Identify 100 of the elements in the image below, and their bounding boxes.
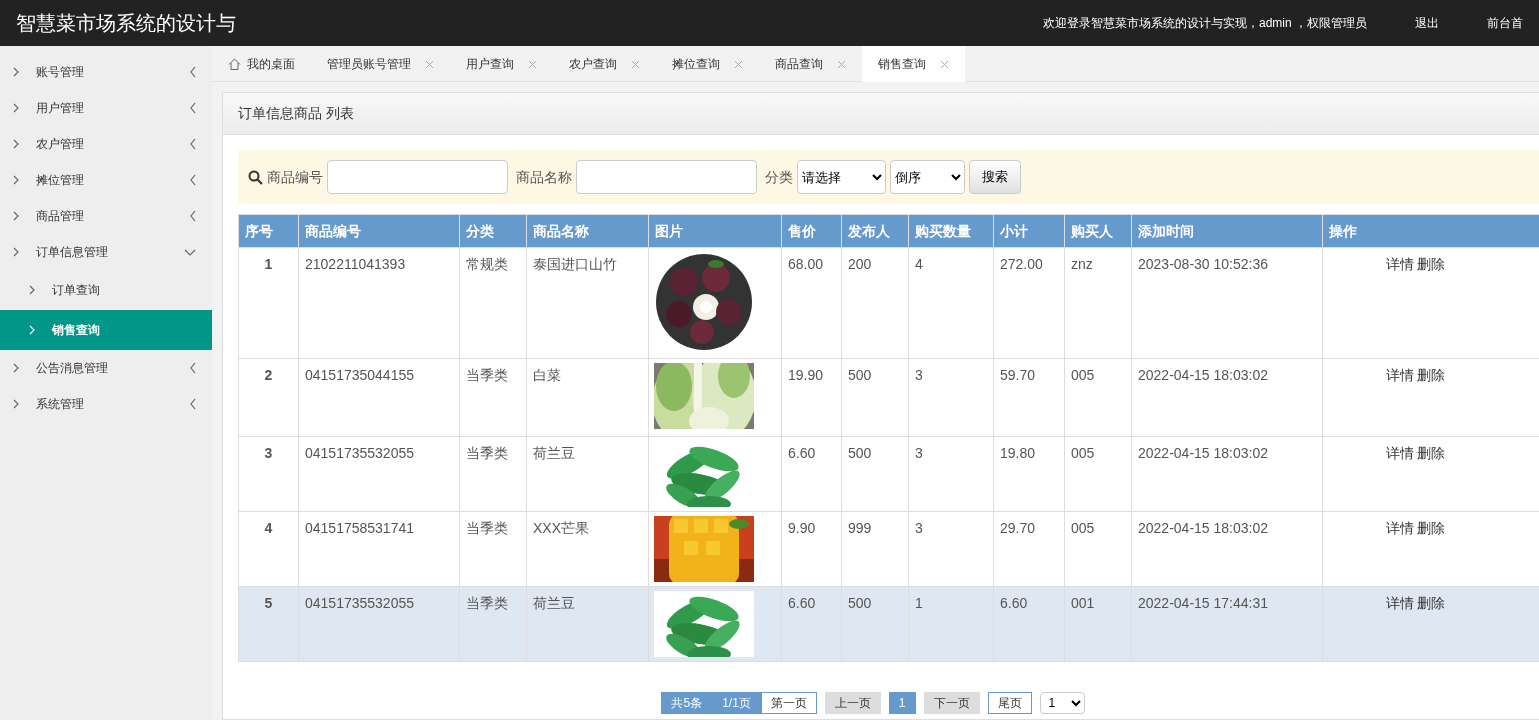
chevron-right-icon	[12, 175, 20, 185]
table-cell: 29.70	[1000, 520, 1036, 536]
table-cell: 9.90	[788, 520, 816, 536]
column-header: 购买人	[1064, 214, 1132, 248]
app-title: 智慧菜市场系统的设计与	[16, 11, 236, 36]
tab[interactable]: 摊位查询	[656, 46, 759, 82]
next-page-button[interactable]: 下一页	[923, 692, 980, 714]
close-icon	[425, 59, 434, 69]
close-icon	[528, 59, 537, 69]
column-header: 添加时间	[1131, 214, 1323, 248]
action-link[interactable]: 删除	[1417, 595, 1446, 611]
action-link[interactable]: 详情	[1385, 367, 1414, 383]
table-cell: 2022-04-15 18:03:02	[1138, 445, 1268, 461]
action-link[interactable]: 删除	[1417, 367, 1446, 383]
page-select[interactable]: 1	[1039, 692, 1085, 714]
sidebar-item[interactable]: 商品管理	[0, 198, 212, 234]
table-cell: 5	[264, 595, 273, 611]
tab[interactable]: 用户查询	[450, 46, 553, 82]
input-field[interactable]	[576, 160, 757, 194]
table-cell: 3	[915, 445, 923, 461]
table-cell: 4	[264, 520, 273, 536]
action-link[interactable]: 删除	[1417, 520, 1446, 536]
category-select[interactable]: 请选择	[797, 160, 886, 194]
tab[interactable]: 销售查询	[862, 46, 965, 82]
search-button[interactable]: 搜索	[969, 160, 1021, 194]
column-header: 发布人	[841, 214, 909, 248]
table-cell: 1	[915, 595, 923, 611]
table-cell: 当季类	[466, 367, 508, 383]
chevron-right-icon	[12, 211, 20, 221]
action-link[interactable]: 删除	[1417, 256, 1446, 272]
tab[interactable]: 我的桌面	[212, 46, 311, 82]
table-cell: 2	[264, 367, 273, 383]
action-link[interactable]: 详情	[1385, 595, 1414, 611]
table-cell: 19.90	[788, 367, 824, 383]
chevron-right-icon	[28, 285, 36, 295]
column-header: 小计	[993, 214, 1065, 248]
table-cell: 2102211041393	[305, 256, 406, 272]
field-label: 商品编号	[267, 167, 323, 187]
chevron-right-icon	[12, 139, 20, 149]
table-cell: 常规类	[466, 256, 508, 272]
action-link[interactable]: 详情	[1385, 256, 1414, 272]
table-cell: 3	[264, 445, 273, 461]
tab[interactable]: 农户查询	[553, 46, 656, 82]
table-cell: 200	[848, 256, 872, 272]
table-cell: 泰国进口山竹	[533, 256, 617, 272]
page-count: 1/1页	[712, 692, 761, 714]
last-page-button[interactable]: 尾页	[987, 692, 1032, 714]
panel-title: 订单信息商品 列表	[238, 104, 354, 123]
table-cell: XXX芒果	[533, 520, 589, 536]
table-cell: 19.80	[1000, 445, 1036, 461]
sidebar-item[interactable]: 账号管理	[0, 54, 212, 90]
table-cell: 500	[848, 595, 872, 611]
table-cell: 04151735532055	[305, 445, 414, 461]
close-icon	[734, 59, 743, 69]
sidebar-item[interactable]: 农户管理	[0, 126, 212, 162]
column-header: 操作	[1322, 214, 1539, 248]
action-link[interactable]: 详情	[1385, 520, 1414, 536]
field-label: 商品名称	[516, 167, 572, 187]
table-cell: 04151735532055	[305, 595, 414, 611]
first-page-button[interactable]: 第一页	[760, 692, 817, 714]
sidebar-item[interactable]: 用户管理	[0, 90, 212, 126]
order-select[interactable]: 倒序	[890, 160, 965, 194]
sidebar-item[interactable]: 系统管理	[0, 386, 212, 422]
sidebar-item[interactable]: 摊位管理	[0, 162, 212, 198]
search-icon	[248, 169, 263, 185]
column-header: 购买数量	[908, 214, 994, 248]
header-link[interactable]: 退出	[1415, 14, 1439, 32]
sidebar-subitem[interactable]: 销售查询	[0, 310, 212, 350]
column-header: 分类	[459, 214, 527, 248]
table-cell: 6.60	[788, 595, 816, 611]
chevron-right-icon	[28, 325, 36, 335]
table-cell: 荷兰豆	[533, 595, 575, 611]
table-cell: znz	[1071, 256, 1093, 272]
table-cell: 1	[264, 256, 273, 272]
tab[interactable]: 商品查询	[759, 46, 862, 82]
table-cell: 2022-04-15 18:03:02	[1138, 520, 1268, 536]
sidebar-item[interactable]: 公告消息管理	[0, 350, 212, 386]
table-cell: 2022-04-15 18:03:02	[1138, 367, 1268, 383]
home-icon	[228, 58, 241, 70]
input-field[interactable]	[327, 160, 508, 194]
action-link[interactable]: 详情	[1385, 445, 1414, 461]
table-cell: 当季类	[466, 520, 508, 536]
close-icon	[631, 59, 640, 69]
table-cell: 500	[848, 445, 872, 461]
header-link[interactable]: 前台首	[1487, 14, 1523, 32]
table-cell: 当季类	[466, 595, 508, 611]
sidebar-item[interactable]: 订单信息管理	[0, 234, 212, 270]
column-header: 售价	[781, 214, 842, 248]
total-count: 共5条	[661, 692, 713, 714]
table-cell: 6.60	[1000, 595, 1028, 611]
table-cell: 68.00	[788, 256, 824, 272]
close-icon	[940, 59, 949, 69]
action-link[interactable]: 删除	[1417, 445, 1446, 461]
field-label: 分类	[765, 167, 793, 187]
table-cell: 001	[1071, 595, 1095, 611]
prev-page-button[interactable]: 上一页	[824, 692, 881, 714]
chevron-right-icon	[12, 103, 20, 113]
tab[interactable]: 管理员账号管理	[311, 46, 450, 82]
chevron-right-icon	[12, 363, 20, 373]
sidebar-subitem[interactable]: 订单查询	[0, 270, 212, 310]
